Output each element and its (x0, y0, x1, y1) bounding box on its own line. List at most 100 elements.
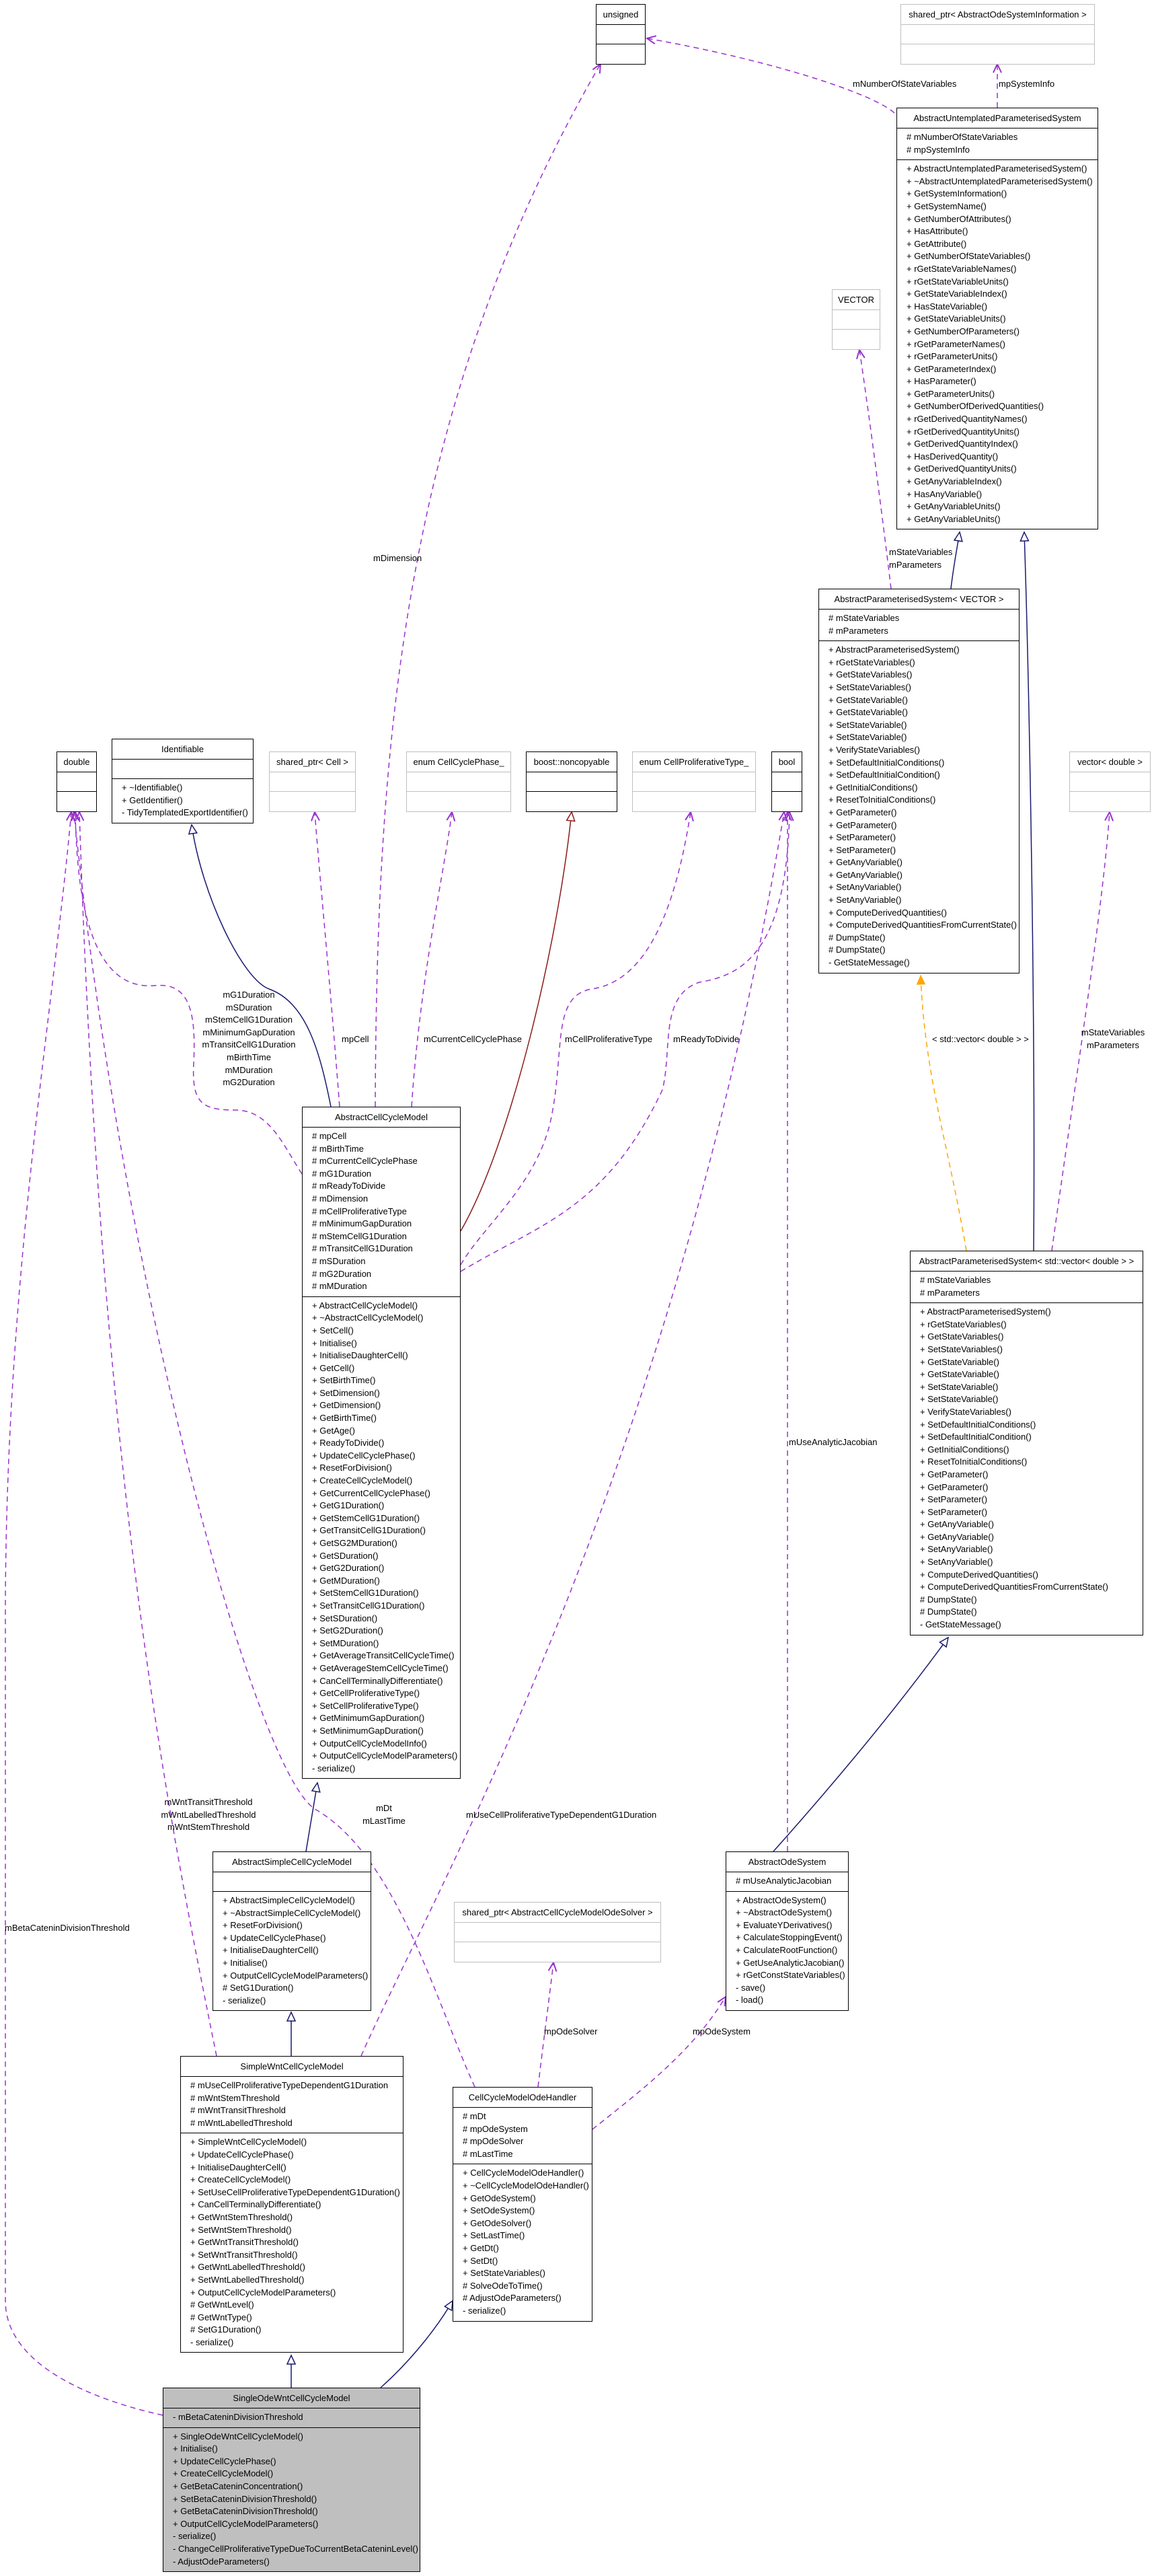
method[interactable]: + OutputCellCycleModelParameters() (223, 1970, 371, 1983)
method[interactable]: - load() (736, 1994, 848, 2007)
method[interactable]: + GetDerivedQuantityUnits() (907, 463, 1098, 476)
attribute[interactable]: # mLastTime (463, 2148, 592, 2161)
method[interactable]: + GetDimension() (312, 1399, 460, 1412)
attribute[interactable]: # mSDuration (312, 1255, 460, 1268)
method[interactable]: + SetStateVariables() (463, 2267, 592, 2280)
method[interactable]: + ~Identifiable() (122, 782, 253, 795)
method[interactable]: + CalculateStoppingEvent() (736, 1931, 848, 1944)
class-box-unsigned[interactable]: unsigned (596, 4, 646, 65)
method[interactable]: + GetBetaCateninDivisionThreshold() (173, 2505, 420, 2518)
method[interactable]: + ComputeDerivedQuantitiesFromCurrentSta… (829, 919, 1019, 932)
method[interactable]: + SetTransitCellG1Duration() (312, 1600, 460, 1613)
method[interactable]: + CreateCellCycleModel() (312, 1475, 460, 1487)
method[interactable]: + rGetDerivedQuantityUnits() (907, 426, 1098, 439)
method[interactable]: + GetCellProliferativeType() (312, 1687, 460, 1700)
class-box-singleodewntcellcyclemodel[interactable]: SingleOdeWntCellCycleModel - mBetaCatenin… (163, 2388, 420, 2573)
method[interactable]: + SetCellProliferativeType() (312, 1700, 460, 1713)
method[interactable]: + AbstractUntemplatedParameterisedSystem… (907, 163, 1098, 176)
method[interactable]: + HasAnyVariable() (907, 488, 1098, 501)
method[interactable]: + HasAttribute() (907, 225, 1098, 238)
attribute[interactable]: # mStemCellG1Duration (312, 1230, 460, 1243)
method[interactable]: - GetStateMessage() (829, 957, 1019, 969)
method[interactable]: + ~AbstractCellCycleModel() (312, 1312, 460, 1325)
method[interactable]: + SetDt() (463, 2255, 592, 2268)
attribute[interactable]: # mStateVariables (920, 1274, 1143, 1287)
method[interactable]: + GetDerivedQuantityIndex() (907, 438, 1098, 451)
method[interactable]: + SetDefaultInitialCondition() (829, 769, 1019, 782)
class-box-shared-ptr-abstractodesysteminformation[interactable]: shared_ptr< AbstractOdeSystemInformation… (900, 4, 1095, 65)
method[interactable]: + ~AbstractSimpleCellCycleModel() (223, 1907, 371, 1920)
method[interactable]: + GetUseAnalyticJacobian() (736, 1957, 848, 1970)
method[interactable]: + ~AbstractUntemplatedParameterisedSyste… (907, 176, 1098, 188)
attribute[interactable]: # mBirthTime (312, 1143, 460, 1156)
attribute[interactable]: # mMinimumGapDuration (312, 1218, 460, 1230)
attribute[interactable]: # mWntLabelledThreshold (190, 2117, 403, 2130)
method[interactable]: + SetAnyVariable() (829, 881, 1019, 894)
method[interactable]: + GetStateVariable() (829, 694, 1019, 707)
attribute[interactable]: # mDt (463, 2110, 592, 2123)
method[interactable]: + SetAnyVariable() (920, 1543, 1143, 1556)
method[interactable]: + SetStateVariable() (829, 731, 1019, 744)
attribute[interactable]: # mMDuration (312, 1280, 460, 1293)
method[interactable]: + GetIdentifier() (122, 795, 253, 807)
method[interactable]: - serialize() (463, 2305, 592, 2318)
method[interactable]: + ~AbstractOdeSystem() (736, 1907, 848, 1919)
method[interactable]: + HasParameter() (907, 375, 1098, 388)
attribute[interactable]: # mWntStemThreshold (190, 2092, 403, 2105)
attribute[interactable]: # mpOdeSolver (463, 2135, 592, 2148)
attribute[interactable]: # mNumberOfStateVariables (907, 131, 1098, 144)
method[interactable]: + GetBetaCateninConcentration() (173, 2480, 420, 2493)
method[interactable]: + GetMinimumGapDuration() (312, 1712, 460, 1725)
method[interactable]: + UpdateCellCyclePhase() (173, 2456, 420, 2468)
method[interactable]: + GetStateVariables() (920, 1331, 1143, 1344)
class-box-abstractuntemplatedparameterisedsystem[interactable]: AbstractUntemplatedParameterisedSystem # … (896, 108, 1098, 530)
method[interactable]: - serialize() (312, 1763, 460, 1775)
method[interactable]: + GetNumberOfAttributes() (907, 213, 1098, 226)
attribute[interactable]: # mReadyToDivide (312, 1180, 460, 1193)
method[interactable]: + GetStateVariable() (920, 1356, 1143, 1369)
method[interactable]: + SimpleWntCellCycleModel() (190, 2136, 403, 2149)
method[interactable]: + GetStemCellG1Duration() (312, 1512, 460, 1525)
method[interactable]: + GetSystemName() (907, 200, 1098, 213)
method[interactable]: + SetBirthTime() (312, 1374, 460, 1387)
method[interactable]: + CalculateRootFunction() (736, 1944, 848, 1957)
method[interactable]: + SetDimension() (312, 1387, 460, 1400)
method[interactable]: + UpdateCellCyclePhase() (223, 1932, 371, 1945)
method[interactable]: + rGetStateVariables() (920, 1319, 1143, 1331)
method[interactable]: - save() (736, 1982, 848, 1995)
method[interactable]: + SetStateVariable() (920, 1393, 1143, 1406)
method[interactable]: + rGetParameterNames() (907, 338, 1098, 351)
method[interactable]: + GetSDuration() (312, 1550, 460, 1563)
method[interactable]: + GetAge() (312, 1425, 460, 1438)
method[interactable]: + SetMDuration() (312, 1637, 460, 1650)
method[interactable]: + SetSDuration() (312, 1613, 460, 1625)
class-box-enum-cellcyclephase[interactable]: enum CellCyclePhase_ (406, 751, 511, 812)
method[interactable]: + AbstractParameterisedSystem() (829, 644, 1019, 657)
method[interactable]: + SetStateVariable() (829, 719, 1019, 732)
method[interactable]: + GetParameter() (829, 819, 1019, 832)
class-box-enum-cellproliferativetype[interactable]: enum CellProliferativeType_ (632, 751, 756, 812)
method[interactable]: + OutputCellCycleModelParameters() (312, 1750, 460, 1763)
method[interactable]: + CanCellTerminallyDifferentiate() (190, 2199, 403, 2211)
method[interactable]: + GetAnyVariable() (920, 1531, 1143, 1544)
method[interactable]: - GetStateMessage() (920, 1619, 1143, 1631)
method[interactable]: + SetStateVariables() (920, 1344, 1143, 1356)
method[interactable]: + InitialiseDaughterCell() (190, 2162, 403, 2174)
method[interactable]: # SetG1Duration() (223, 1982, 371, 1995)
method[interactable]: + SetWntStemThreshold() (190, 2224, 403, 2237)
method[interactable]: + SetStateVariable() (920, 1381, 1143, 1394)
attribute[interactable]: # mCurrentCellCyclePhase (312, 1155, 460, 1168)
method[interactable]: + GetParameter() (920, 1469, 1143, 1481)
method[interactable]: + GetStateVariableIndex() (907, 288, 1098, 301)
method[interactable]: + GetStateVariable() (829, 706, 1019, 719)
attribute[interactable]: # mCellProliferativeType (312, 1206, 460, 1218)
method[interactable]: + ReadyToDivide() (312, 1437, 460, 1450)
method[interactable]: + ComputeDerivedQuantities() (829, 907, 1019, 920)
method[interactable]: + GetAnyVariable() (920, 1518, 1143, 1531)
method[interactable]: - serialize() (173, 2530, 420, 2543)
method[interactable]: + CreateCellCycleModel() (190, 2174, 403, 2186)
class-box-cellcyclemodelodehandler[interactable]: CellCycleModelOdeHandler # mDt # mpOdeSyst… (453, 2087, 592, 2322)
method[interactable]: + GetParameter() (920, 1481, 1143, 1494)
method[interactable]: + GetTransitCellG1Duration() (312, 1524, 460, 1537)
method[interactable]: + SetParameter() (920, 1506, 1143, 1519)
